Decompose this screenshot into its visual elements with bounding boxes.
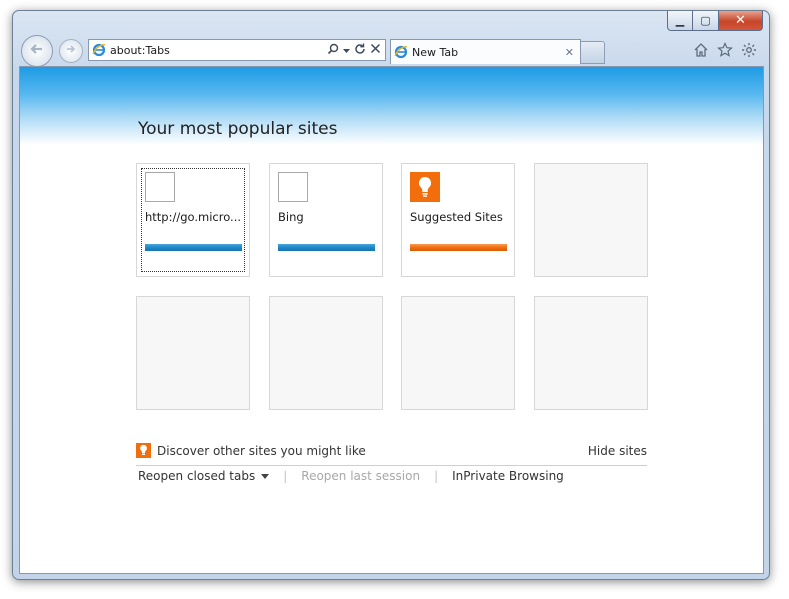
empty-site-tile (269, 296, 383, 410)
home-icon[interactable] (693, 42, 709, 58)
site-tile-label: Suggested Sites (410, 210, 503, 224)
blank-favicon-icon (145, 172, 175, 202)
site-tile-1[interactable]: http://go.micro... (136, 163, 250, 277)
inprivate-browsing-link[interactable]: InPrivate Browsing (452, 469, 564, 483)
address-tools (327, 43, 381, 58)
address-bar[interactable]: about:Tabs (88, 39, 386, 61)
tab-label: New Tab (412, 45, 459, 59)
usage-bar (145, 244, 242, 251)
empty-site-tile (401, 296, 515, 410)
lightbulb-icon (410, 172, 440, 202)
tab-new-tab[interactable]: New Tab ✕ (390, 39, 581, 64)
empty-site-tile (534, 296, 648, 410)
page-title: Your most popular sites (138, 119, 338, 139)
tab-close-icon[interactable]: ✕ (565, 46, 574, 59)
discover-sites-link[interactable]: Discover other sites you might like (157, 444, 366, 458)
empty-site-tile (136, 296, 250, 410)
back-arrow-icon (28, 40, 46, 63)
settings-gear-icon[interactable] (741, 42, 757, 58)
separator: | (434, 469, 439, 483)
blank-favicon-icon (278, 172, 308, 202)
hide-sites-link[interactable]: Hide sites (588, 444, 647, 458)
forward-arrow-icon (64, 42, 78, 60)
usage-bar (410, 244, 507, 251)
empty-site-tile (534, 163, 648, 277)
refresh-icon[interactable] (354, 43, 366, 58)
reopen-closed-tabs-label: Reopen closed tabs (138, 469, 256, 483)
browser-window: ▁ ▢ ✕ about:Tabs New Tab ✕ Your most pop… (12, 10, 770, 580)
back-button[interactable] (21, 35, 53, 67)
site-tile-3[interactable]: Suggested Sites (401, 163, 515, 277)
address-url[interactable]: about:Tabs (110, 44, 327, 57)
separator: | (283, 469, 288, 483)
session-links: Reopen closed tabs | Reopen last session… (138, 469, 564, 483)
usage-bar (278, 244, 375, 251)
search-icon[interactable] (327, 43, 339, 58)
ie-logo-icon (394, 45, 408, 59)
maximize-button[interactable]: ▢ (693, 11, 719, 31)
reopen-last-session-link: Reopen last session (301, 469, 421, 483)
command-icons (693, 42, 757, 58)
forward-button[interactable] (59, 39, 83, 63)
reopen-closed-tabs-link[interactable]: Reopen closed tabs (138, 469, 270, 483)
site-tile-label: http://go.micro... (145, 210, 242, 224)
page-content: Your most popular sites http://go.micro.… (19, 66, 764, 574)
dropdown-caret-icon (261, 474, 270, 479)
new-tab-button[interactable] (581, 41, 605, 64)
caption-buttons: ▁ ▢ ✕ (667, 11, 763, 31)
stop-icon[interactable] (370, 43, 381, 57)
site-tile-label: Bing (278, 210, 304, 224)
favorites-star-icon[interactable] (717, 42, 733, 58)
dropdown-caret-icon[interactable] (343, 43, 350, 57)
header-banner (20, 67, 763, 145)
close-button[interactable]: ✕ (719, 11, 763, 31)
ie-logo-icon (92, 43, 106, 57)
minimize-button[interactable]: ▁ (667, 11, 693, 31)
lightbulb-icon (136, 443, 151, 458)
discover-row: Discover other sites you might like Hide… (136, 441, 647, 466)
site-tile-2[interactable]: Bing (269, 163, 383, 277)
